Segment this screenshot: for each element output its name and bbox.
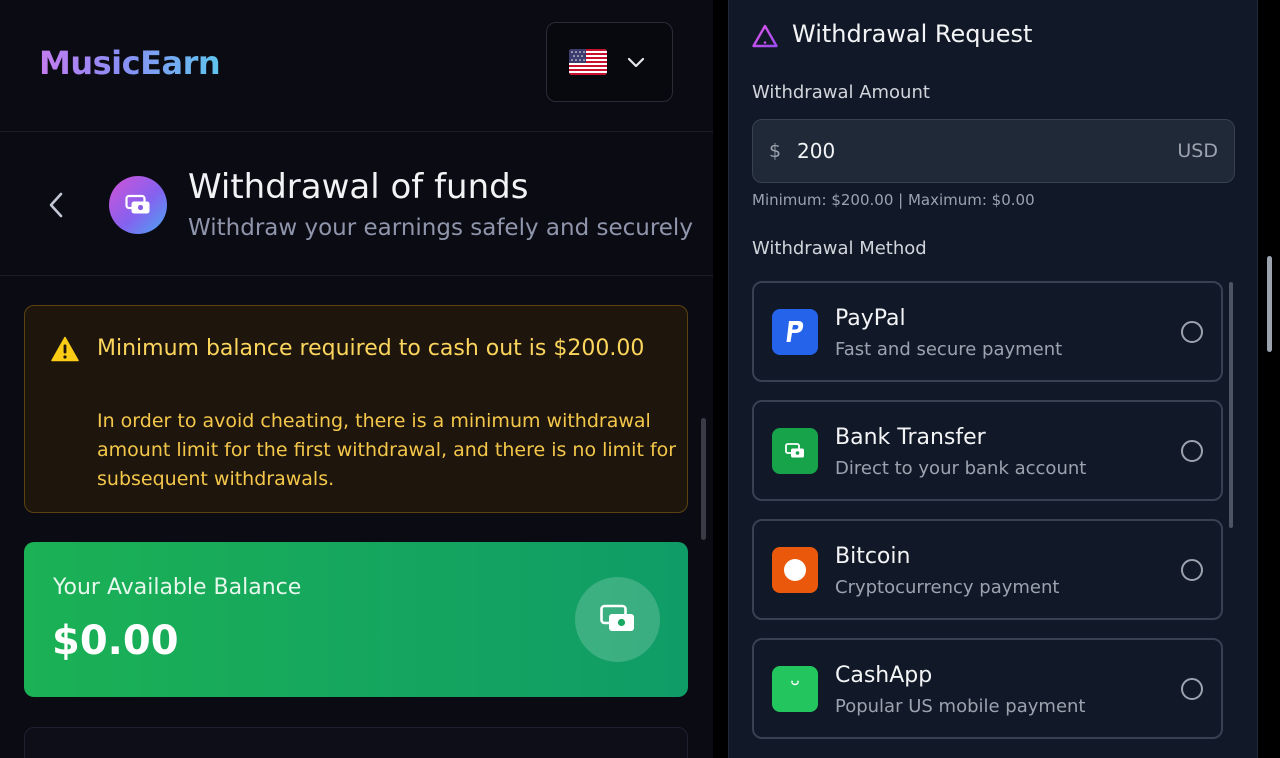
balance-label: Your Available Balance [53,575,302,600]
withdrawal-form: Withdrawal Request Withdrawal Amount $ U… [728,0,1258,758]
method-radio[interactable] [1181,559,1203,581]
page-title: Withdrawal of funds [188,167,529,207]
withdrawal-request-panel: Withdrawal Request Withdrawal Amount $ U… [713,0,1280,758]
method-description: Cryptocurrency payment [835,577,1060,598]
method-option-paypal[interactable]: PayPal Fast and secure payment [752,281,1223,382]
amount-input[interactable] [797,134,1137,168]
warning-title: Minimum balance required to cash out is … [97,336,645,361]
balance-value: $0.00 [52,618,179,664]
minimum-balance-warning: Minimum balance required to cash out is … [24,305,688,513]
money-icon [575,577,660,662]
amount-limits: Minimum: $200.00 | Maximum: $0.00 [752,191,1035,209]
cashapp-icon [772,666,818,712]
methods-scrollbar[interactable] [1229,282,1233,528]
method-description: Popular US mobile payment [835,696,1086,717]
next-card [24,727,688,758]
method-name: Bank Transfer [835,425,986,450]
app-logo[interactable]: MusicEarn [39,44,221,82]
method-option-bank-transfer[interactable]: Bank Transfer Direct to your bank accoun… [752,400,1223,501]
alert-triangle-icon [752,24,778,52]
method-name: Bitcoin [835,544,911,569]
page-subtitle: Withdraw your earnings safely and secure… [188,215,693,241]
amount-field[interactable]: $ USD [752,119,1235,183]
method-radio[interactable] [1181,321,1203,343]
main-page: MusicEarn Withdrawal of funds Withdraw y… [0,0,713,758]
panel-scrollbar[interactable] [1267,256,1272,352]
currency-symbol: $ [769,140,782,162]
back-arrow-icon[interactable] [46,191,66,219]
method-name: CashApp [835,663,933,688]
money-icon [109,176,167,234]
chevron-down-icon [627,53,645,71]
page-header: Withdrawal of funds Withdraw your earnin… [0,133,713,276]
page-scrollbar[interactable] [701,418,706,540]
method-label: Withdrawal Method [752,238,927,259]
warning-body: In order to avoid cheating, there is a m… [97,410,677,490]
method-option-cashapp[interactable]: CashApp Popular US mobile payment [752,638,1223,739]
paypal-icon [772,309,818,355]
language-selector[interactable] [546,22,673,102]
amount-label: Withdrawal Amount [752,82,930,103]
available-balance-card: Your Available Balance $0.00 [24,542,688,697]
method-option-bitcoin[interactable]: Bitcoin Cryptocurrency payment [752,519,1223,620]
method-description: Fast and secure payment [835,339,1063,360]
bitcoin-icon [772,547,818,593]
currency-code: USD [1177,140,1218,162]
method-radio[interactable] [1181,440,1203,462]
bank-transfer-icon [772,428,818,474]
warning-triangle-icon [51,336,79,366]
us-flag-icon [569,49,607,75]
top-navigation-bar: MusicEarn [0,0,713,132]
form-title: Withdrawal Request [792,20,1033,48]
method-description: Direct to your bank account [835,458,1087,479]
method-radio[interactable] [1181,678,1203,700]
method-name: PayPal [835,306,906,331]
